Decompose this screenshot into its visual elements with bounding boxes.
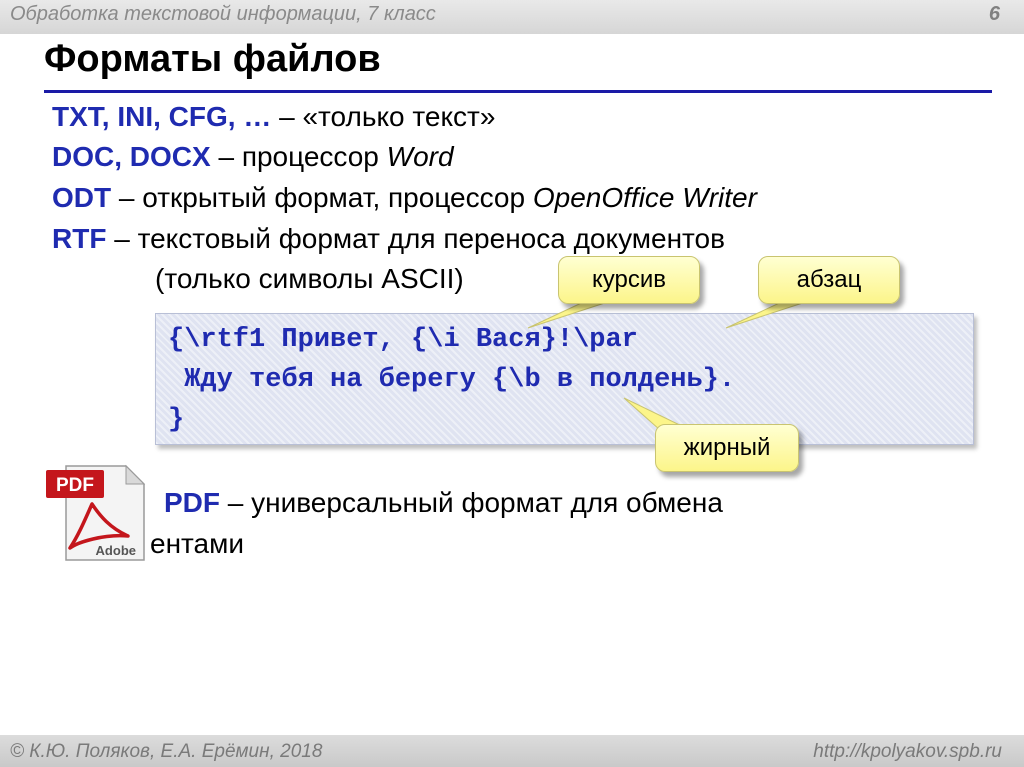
bold-callout: жирный [655, 424, 799, 472]
format-keyword: TXT, INI, CFG, … [52, 101, 272, 132]
slide: Обработка текстовой информации, 7 класс … [0, 0, 1024, 767]
format-keyword: RTF [52, 223, 107, 254]
footer-authors: © К.Ю. Поляков, Е.А. Ерёмин, 2018 [10, 741, 323, 762]
format-line-pdf-continued: ентами [150, 527, 244, 561]
format-line-doc: DOC, DOCX – процессор Word [52, 140, 454, 174]
code-line: {\rtf1 Привет, {\i Вася}!\par [168, 325, 638, 355]
format-description: – текстовый формат для переноса документ… [106, 223, 725, 254]
format-line-pdf: PDF – универсальный формат для обмена [164, 486, 723, 520]
format-keyword: DOC, DOCX [52, 141, 211, 172]
footer-url[interactable]: http://kpolyakov.spb.ru [813, 741, 1002, 763]
paragraph-callout: абзац [758, 256, 900, 304]
pdf-icon-label: PDF [56, 475, 94, 496]
title-underline [44, 90, 992, 93]
pdf-document-icon: PDF Adobe [46, 464, 146, 561]
format-keyword: ODT [52, 182, 112, 213]
format-line-odt: ODT – открытый формат, процессор OpenOff… [52, 181, 757, 215]
format-description: (только символы ASCII) [155, 263, 464, 294]
format-line-rtf-note: (только символы ASCII) [155, 262, 464, 296]
format-keyword: PDF [164, 487, 220, 518]
format-description: – универсальный формат для обмена [220, 487, 723, 518]
slide-title: Форматы файлов [44, 38, 381, 80]
course-title: Обработка текстовой информации, 7 класс [10, 3, 436, 25]
rtf-code-example: {\rtf1 Привет, {\i Вася}!\par Жду тебя н… [155, 313, 974, 445]
format-line-txt: TXT, INI, CFG, … – «только текст» [52, 100, 495, 134]
code-line: Жду тебя на берегу {\b в полдень}. [168, 365, 736, 395]
pdf-icon-brand: Adobe [96, 543, 136, 558]
format-app-name: OpenOffice Writer [532, 182, 757, 213]
format-description: – открытый формат, процессор [111, 182, 533, 213]
format-line-rtf: RTF – текстовый формат для переноса доку… [52, 222, 725, 256]
format-description: ентами [150, 528, 245, 559]
code-line: } [168, 405, 185, 435]
format-description: – процессор [210, 141, 387, 172]
format-description: – «только текст» [271, 101, 496, 132]
italic-callout: курсив [558, 256, 700, 304]
format-app-name: Word [386, 141, 454, 172]
page-number: 6 [988, 3, 1000, 25]
